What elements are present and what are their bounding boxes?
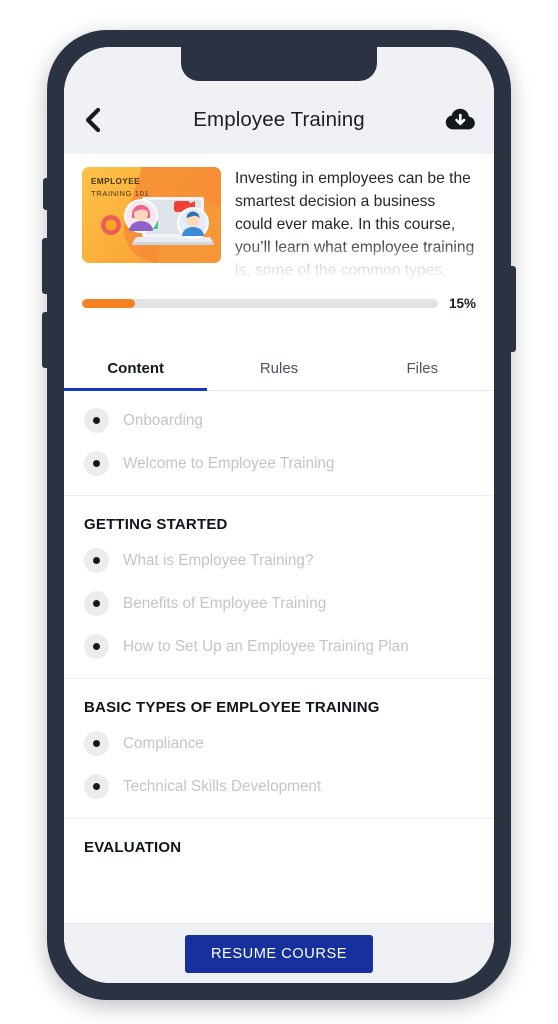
screenshot-stage: Employee Training EMPLOYEE TRAINING 101 … xyxy=(0,0,558,1024)
content-group-title: GETTING STARTED xyxy=(84,516,228,533)
cloud-download-icon xyxy=(445,108,475,130)
list-item[interactable]: Technical Skills Development xyxy=(64,765,494,808)
volume-up-button[interactable] xyxy=(42,238,48,294)
phone-notch xyxy=(181,47,377,81)
tab-label: Files xyxy=(406,359,439,377)
list-item-label: What is Employee Training? xyxy=(123,551,314,569)
list-item-label: Compliance xyxy=(123,734,204,752)
progress-percent-label: 15% xyxy=(448,296,476,311)
lesson-bullet-icon xyxy=(84,591,109,616)
content-group: EVALUATION xyxy=(64,819,494,872)
phone-frame: Employee Training EMPLOYEE TRAINING 101 … xyxy=(42,30,516,1000)
volume-down-button[interactable] xyxy=(42,312,48,368)
tab-rules[interactable]: Rules xyxy=(207,346,350,390)
bottom-action-bar: RESUME COURSE xyxy=(64,923,494,983)
list-item[interactable]: Compliance xyxy=(64,722,494,765)
list-item[interactable]: Benefits of Employee Training xyxy=(64,582,494,625)
thumbnail-title-line2: TRAINING 101 xyxy=(91,189,150,199)
chevron-left-icon xyxy=(85,107,101,133)
list-item-label: How to Set Up an Employee Training Plan xyxy=(123,637,409,655)
tab-files[interactable]: Files xyxy=(351,346,494,390)
list-item[interactable]: What is Employee Training? xyxy=(64,539,494,582)
content-group: GETTING STARTED What is Employee Training… xyxy=(64,496,494,679)
lesson-bullet-icon xyxy=(84,774,109,799)
download-button[interactable] xyxy=(438,101,476,139)
course-description-text: Investing in employees can be the smarte… xyxy=(235,170,475,287)
content-group: BASIC TYPES OF EMPLOYEE TRAINING Complian… xyxy=(64,679,494,819)
progress-fill xyxy=(82,299,136,308)
lesson-bullet-icon xyxy=(84,408,109,433)
progress-track xyxy=(82,299,438,308)
lesson-bullet-icon xyxy=(84,451,109,476)
content-group-title: BASIC TYPES OF EMPLOYEE TRAINING xyxy=(84,699,380,716)
silent-switch-button[interactable] xyxy=(43,178,48,210)
list-item-label: Benefits of Employee Training xyxy=(123,594,327,612)
list-item-label: Technical Skills Development xyxy=(123,777,322,795)
lesson-bullet-icon xyxy=(84,634,109,659)
lesson-bullet-icon xyxy=(84,731,109,756)
page-title: Employee Training xyxy=(193,108,365,131)
course-description: Investing in employees can be the smarte… xyxy=(235,167,476,287)
phone-screen: Employee Training EMPLOYEE TRAINING 101 … xyxy=(64,47,494,983)
course-progress: 15% xyxy=(82,296,476,311)
course-thumbnail[interactable]: EMPLOYEE TRAINING 101 xyxy=(82,167,221,263)
tab-label: Rules xyxy=(259,359,299,377)
thumbnail-title: EMPLOYEE TRAINING 101 xyxy=(91,176,149,200)
power-button[interactable] xyxy=(510,266,516,352)
list-item[interactable]: Onboarding xyxy=(64,399,494,442)
content-group-title: EVALUATION xyxy=(84,839,182,856)
tab-label: Content xyxy=(107,359,164,377)
back-button[interactable] xyxy=(82,101,120,139)
tab-bar: Content Rules Files xyxy=(64,346,494,391)
list-item[interactable]: Welcome to Employee Training xyxy=(64,442,494,485)
lesson-bullet-icon xyxy=(84,548,109,573)
content-list[interactable]: Onboarding Welcome to Employee Training GE… xyxy=(64,391,494,957)
list-item-label: Onboarding xyxy=(123,411,203,429)
list-item[interactable]: How to Set Up an Employee Training Plan xyxy=(64,625,494,668)
list-item-label: Welcome to Employee Training xyxy=(123,454,335,472)
content-group: Onboarding Welcome to Employee Training xyxy=(64,391,494,496)
resume-course-button[interactable]: RESUME COURSE xyxy=(184,934,374,973)
tab-content[interactable]: Content xyxy=(64,346,208,391)
thumbnail-title-line1: EMPLOYEE xyxy=(91,177,141,186)
course-summary: EMPLOYEE TRAINING 101 Investing in emplo… xyxy=(64,154,494,359)
